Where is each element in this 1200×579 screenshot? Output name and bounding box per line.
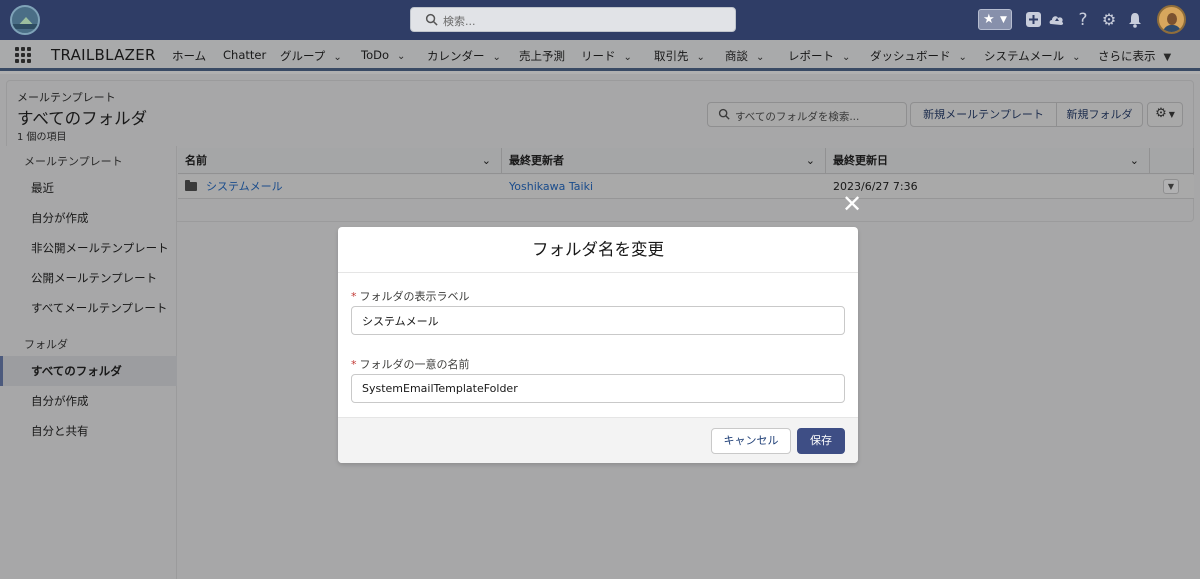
chevron-down-icon[interactable]: ⌄ bbox=[756, 52, 764, 63]
required-asterisk: * bbox=[351, 358, 357, 371]
sidebar-section-folders: フォルダ bbox=[24, 338, 68, 351]
trailhead-icon[interactable] bbox=[1047, 9, 1067, 31]
modal-footer: キャンセル 保存 bbox=[338, 417, 858, 463]
nav-item-todo[interactable]: ToDo ⌄ bbox=[361, 48, 405, 62]
sidebar-section-email-templates: メールテンプレート bbox=[24, 155, 123, 168]
nav-item-calendar[interactable]: カレンダー ⌄ bbox=[427, 48, 501, 64]
column-header-modified-by[interactable]: 最終更新者 ⌄ bbox=[502, 148, 826, 174]
sidebar-item-all-folders[interactable]: すべてのフォルダ bbox=[0, 356, 177, 386]
chevron-down-icon[interactable]: ⌄ bbox=[482, 148, 491, 174]
search-icon bbox=[425, 13, 438, 26]
avatar[interactable] bbox=[1157, 5, 1186, 34]
nav-item-leads[interactable]: リード ⌄ bbox=[581, 48, 632, 64]
folder-unique-name-input[interactable] bbox=[351, 374, 845, 403]
nav-item-more[interactable]: さらに表示 ▼ bbox=[1098, 48, 1171, 64]
help-icon[interactable]: ? bbox=[1073, 9, 1093, 31]
sidebar-item-public-templates[interactable]: 公開メールテンプレート bbox=[0, 263, 177, 293]
sidebar-item-shared-with-me[interactable]: 自分と共有 bbox=[0, 416, 177, 446]
column-header-name[interactable]: 名前 ⌄ bbox=[178, 148, 502, 174]
caret-down-icon[interactable]: ▼ bbox=[1164, 52, 1172, 63]
chevron-down-icon[interactable]: ▼ bbox=[1000, 11, 1007, 29]
folder-label-field-label: * フォルダの表示ラベル bbox=[351, 290, 470, 303]
sidebar-item-created-by-me[interactable]: 自分が作成 bbox=[0, 203, 177, 233]
chevron-down-icon[interactable]: ⌄ bbox=[1072, 52, 1080, 63]
chevron-down-icon[interactable]: ⌄ bbox=[697, 52, 705, 63]
nav-item-home[interactable]: ホーム bbox=[172, 48, 206, 64]
column-header-actions bbox=[1150, 148, 1194, 174]
chevron-down-icon[interactable]: ⌄ bbox=[624, 52, 632, 63]
global-search-input[interactable]: 検索... bbox=[410, 7, 736, 32]
nav-item-groups[interactable]: グループ ⌄ bbox=[280, 48, 342, 64]
cancel-button[interactable]: キャンセル bbox=[711, 428, 791, 454]
required-asterisk: * bbox=[351, 290, 357, 303]
search-icon bbox=[718, 108, 730, 120]
modified-by-link[interactable]: Yoshikawa Taiki bbox=[509, 175, 593, 199]
column-header-modified-date[interactable]: 最終更新日 ⌄ bbox=[826, 148, 1150, 174]
new-email-template-button[interactable]: 新規メールテンプレート bbox=[910, 102, 1057, 127]
page-title: すべてのフォルダ bbox=[17, 109, 148, 128]
item-count: 1 個の項目 bbox=[17, 132, 67, 143]
folder-search-input[interactable]: すべてのフォルダを検索... bbox=[707, 102, 907, 127]
page-kicker: メールテンプレート bbox=[17, 91, 116, 104]
app-name: TRAILBLAZER bbox=[51, 46, 156, 64]
rename-folder-modal: フォルダ名を変更 *フォルダの表示ラベル *フォルダの一意の名前 キャンセル 保… bbox=[338, 227, 858, 463]
add-icon[interactable] bbox=[1023, 9, 1043, 31]
global-search-placeholder: 検索... bbox=[443, 15, 476, 28]
trailhead-logo[interactable] bbox=[10, 5, 40, 35]
sidebar-item-all-templates[interactable]: すべてメールテンプレート bbox=[0, 293, 177, 323]
folder-search-placeholder: すべてのフォルダを検索... bbox=[735, 111, 860, 123]
nav-item-dashboards[interactable]: ダッシュボード ⌄ bbox=[870, 48, 967, 64]
table-row: システムメール Yoshikawa Taiki 2023/6/27 7:36 ▼ bbox=[178, 175, 1194, 199]
sidebar-item-recent[interactable]: 最近 bbox=[0, 173, 177, 203]
close-icon[interactable]: ✕ bbox=[840, 192, 864, 216]
app-nav-bar: TRAILBLAZER ホーム Chatter グループ ⌄ ToDo ⌄ カレンダ… bbox=[0, 40, 1200, 71]
app-launcher-icon[interactable] bbox=[15, 47, 31, 63]
sidebar-item-folders-created-by-me[interactable]: 自分が作成 bbox=[0, 386, 177, 416]
nav-item-reports[interactable]: レポート ⌄ bbox=[788, 48, 850, 64]
folder-label-input[interactable] bbox=[351, 306, 845, 335]
row-actions-menu-icon[interactable]: ▼ bbox=[1163, 179, 1179, 194]
settings-gear-icon[interactable]: ⚙ ▼ bbox=[1147, 102, 1183, 127]
global-header: 検索... ★ ▼ ? ⚙ bbox=[0, 0, 1200, 40]
star-icon: ★ bbox=[983, 12, 995, 27]
chevron-down-icon[interactable]: ⌄ bbox=[806, 148, 815, 174]
nav-item-system-mail[interactable]: システムメール ⌄ bbox=[984, 48, 1081, 64]
chevron-down-icon[interactable]: ⌄ bbox=[1130, 148, 1139, 174]
chevron-down-icon[interactable]: ⌄ bbox=[493, 52, 501, 63]
favorites-button[interactable]: ★ ▼ bbox=[978, 9, 1012, 30]
chevron-down-icon[interactable]: ⌄ bbox=[959, 52, 967, 63]
save-button[interactable]: 保存 bbox=[797, 428, 845, 454]
new-folder-button[interactable]: 新規フォルダ bbox=[1056, 102, 1143, 127]
chevron-down-icon[interactable]: ⌄ bbox=[842, 52, 850, 63]
nav-item-opportunities[interactable]: 商談 ⌄ bbox=[725, 48, 764, 64]
modal-title: フォルダ名を変更 bbox=[338, 227, 858, 273]
nav-item-forecast[interactable]: 売上予測 bbox=[519, 48, 565, 64]
chevron-down-icon[interactable]: ⌄ bbox=[333, 52, 341, 63]
folder-name-link[interactable]: システムメール bbox=[185, 175, 283, 199]
folder-name-field-label: * フォルダの一意の名前 bbox=[351, 358, 470, 371]
chevron-down-icon[interactable]: ⌄ bbox=[397, 51, 405, 62]
nav-item-chatter[interactable]: Chatter bbox=[223, 48, 266, 62]
bell-icon[interactable] bbox=[1125, 9, 1145, 31]
sidebar: メールテンプレート 最近 自分が作成 非公開メールテンプレート 公開メールテンプ… bbox=[0, 146, 177, 579]
sidebar-item-private-templates[interactable]: 非公開メールテンプレート bbox=[0, 233, 177, 263]
setup-gear-icon[interactable]: ⚙ bbox=[1099, 9, 1119, 31]
folder-icon bbox=[185, 180, 197, 191]
nav-item-accounts[interactable]: 取引先 ⌄ bbox=[654, 48, 705, 64]
